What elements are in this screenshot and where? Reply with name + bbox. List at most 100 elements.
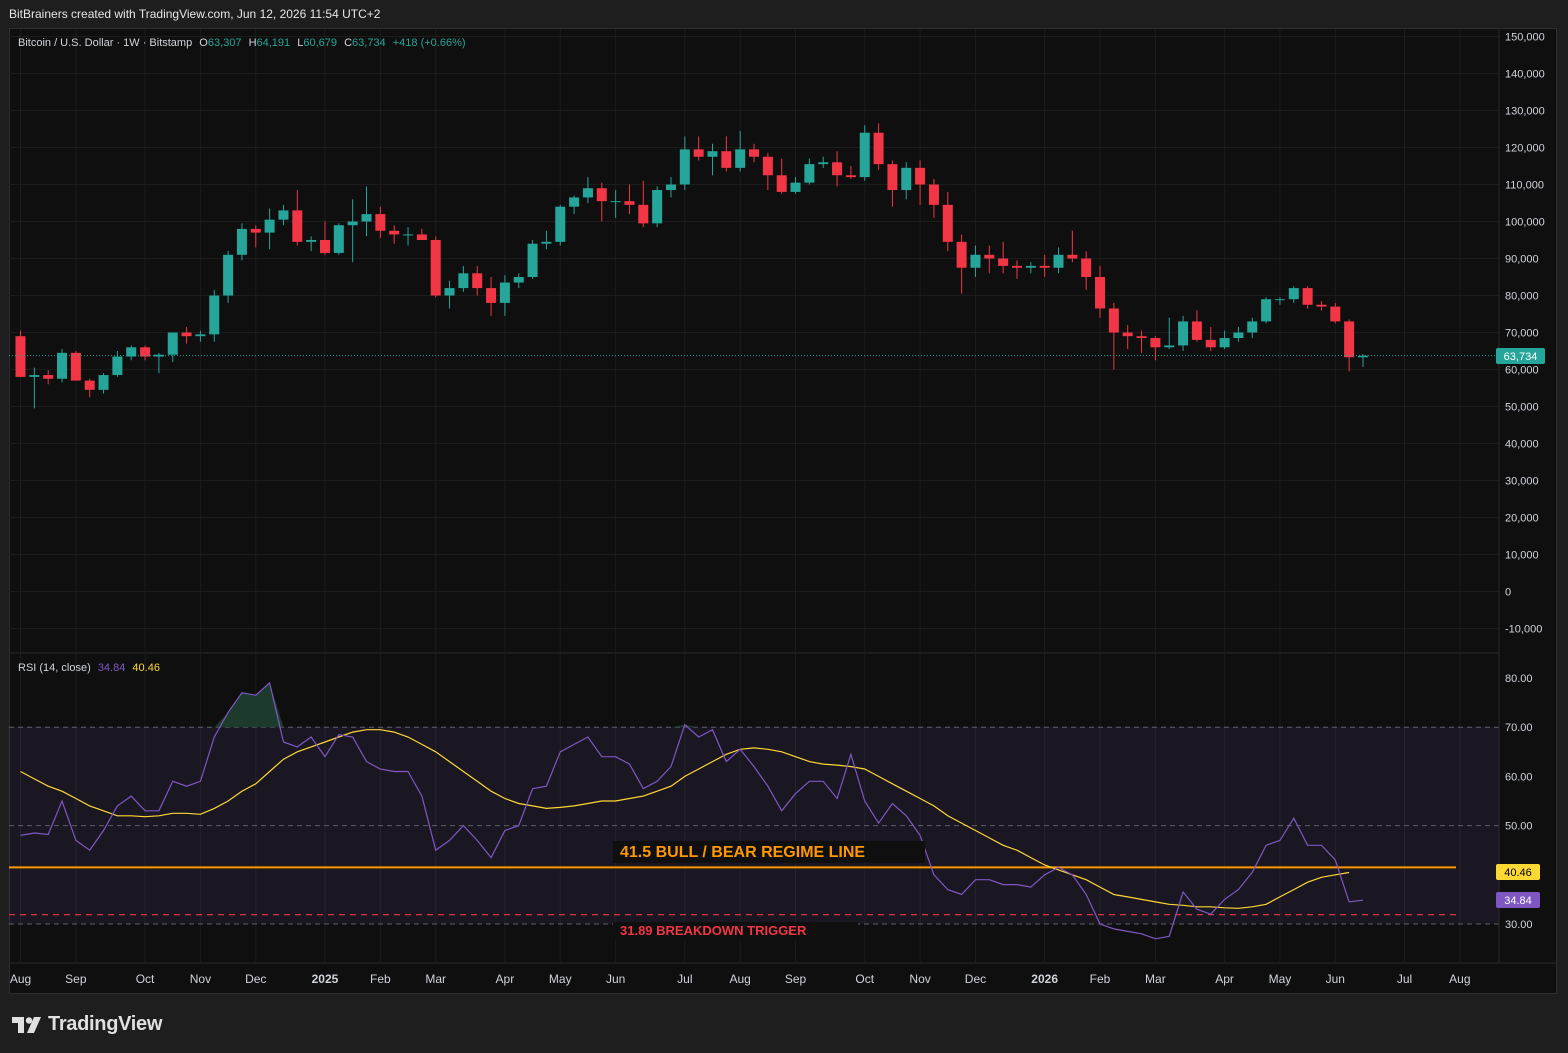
candle-body [458, 273, 469, 289]
footer [0, 994, 1568, 1053]
candle-body [472, 273, 483, 289]
change-value: +418 (+0.66%) [393, 37, 466, 49]
candle-body [209, 295, 220, 335]
rsi-ma-tag-text: 40.46 [1504, 867, 1532, 879]
candle [458, 265, 469, 292]
candle [638, 180, 649, 228]
time-tick-label: Apr [496, 972, 515, 986]
time-tick-label: Nov [909, 972, 930, 986]
candle [444, 280, 455, 309]
open-value: 63,307 [208, 37, 242, 49]
price-tick-label: 140,000 [1505, 69, 1545, 81]
candle-body [845, 175, 856, 178]
time-tick-label: Feb [370, 972, 391, 986]
candle-body [527, 243, 538, 277]
time-tick-label: Aug [1449, 972, 1470, 986]
candle [43, 370, 54, 385]
candle [721, 136, 732, 172]
candle-body [735, 149, 746, 168]
candle-body [84, 380, 95, 390]
candle [541, 230, 552, 250]
candle [679, 136, 690, 191]
symbol-name: Bitcoin / U.S. Dollar · 1W · Bitstamp [18, 37, 192, 49]
candle-body [195, 334, 206, 337]
price-tick-label: 120,000 [1505, 143, 1545, 155]
rsi-legend-ma-value: 40.46 [132, 662, 160, 674]
candle [1053, 247, 1064, 274]
candle-body [1302, 288, 1313, 305]
chart-canvas[interactable]: 41.5 BULL / BEAR REGIME LINE 31.89 BREAK… [0, 0, 1568, 994]
candle-body [1025, 265, 1036, 268]
candle-body [610, 201, 621, 203]
candle [1274, 297, 1285, 305]
tradingview-logo-text: TradingView [48, 1013, 163, 1035]
candle [707, 143, 718, 176]
candle [998, 241, 1009, 274]
candle-body [582, 188, 593, 198]
tradingview-logo[interactable]: TradingView [12, 1013, 162, 1036]
candle-body [1344, 321, 1355, 358]
candle [1344, 319, 1355, 372]
candle [887, 160, 898, 207]
candle-body [596, 188, 607, 202]
candle [928, 178, 939, 218]
candle-body [57, 352, 68, 379]
candle [845, 166, 856, 179]
candle [499, 275, 510, 316]
time-tick-label: Aug [730, 972, 751, 986]
time-axis[interactable]: Aug Sep Oct Nov Dec 2025 Feb Mar Apr May Jun Jul Aug… [10, 972, 1471, 986]
candle [375, 206, 386, 239]
candle [818, 156, 829, 168]
candle-body [1053, 254, 1064, 268]
candle [790, 177, 801, 194]
time-tick-label: 2025 [312, 972, 339, 986]
candle-body [984, 254, 995, 259]
candle-body [679, 149, 690, 185]
rsi-tick-label: 60.00 [1505, 771, 1533, 783]
time-tick-label: Sep [785, 972, 807, 986]
candle [250, 225, 261, 248]
candle-body [1261, 299, 1272, 322]
candle-body [624, 201, 635, 205]
candle [264, 208, 275, 250]
candle [804, 158, 815, 185]
time-tick-label: Dec [965, 972, 986, 986]
candle [1136, 330, 1147, 353]
candle [1302, 286, 1313, 309]
candle [1095, 265, 1106, 318]
candle-body [306, 240, 317, 242]
price-axis[interactable]: 150,000 140,000 130,000 120,000 110,000 100,0… [1505, 32, 1545, 636]
candle [1330, 302, 1341, 324]
candle-body [29, 375, 40, 377]
candle-body [98, 375, 109, 390]
candle-body [292, 210, 303, 242]
candle-body [1108, 308, 1119, 333]
candle [236, 223, 247, 261]
time-tick-label: Nov [190, 972, 211, 986]
candle-body [638, 204, 649, 224]
candle-body [15, 336, 26, 377]
breakdown-label: 31.89 BREAKDOWN TRIGGER [620, 923, 807, 938]
candle-body [1011, 265, 1022, 268]
candle-body [749, 149, 760, 157]
rsi-tag: 34.84 [1496, 892, 1540, 908]
candle-body [569, 197, 580, 207]
candle-body [1191, 321, 1202, 340]
price-tick-label: 50,000 [1505, 402, 1539, 414]
candle-body [859, 132, 870, 178]
candle [735, 130, 746, 172]
candle-body [665, 184, 676, 191]
candle [1011, 260, 1022, 279]
price-tick-label: 30,000 [1505, 476, 1539, 488]
candle [278, 204, 289, 226]
candle-body [1081, 258, 1092, 277]
candle-body [1205, 339, 1216, 348]
candle-body [1219, 338, 1230, 348]
candle [1108, 302, 1119, 370]
candle-body [333, 225, 344, 253]
candle-body [956, 241, 967, 268]
candle [956, 234, 967, 294]
rsi-legend: RSI (14, close) 34.84 40.46 [18, 662, 160, 674]
candle [140, 345, 151, 361]
candle-body [555, 206, 566, 242]
